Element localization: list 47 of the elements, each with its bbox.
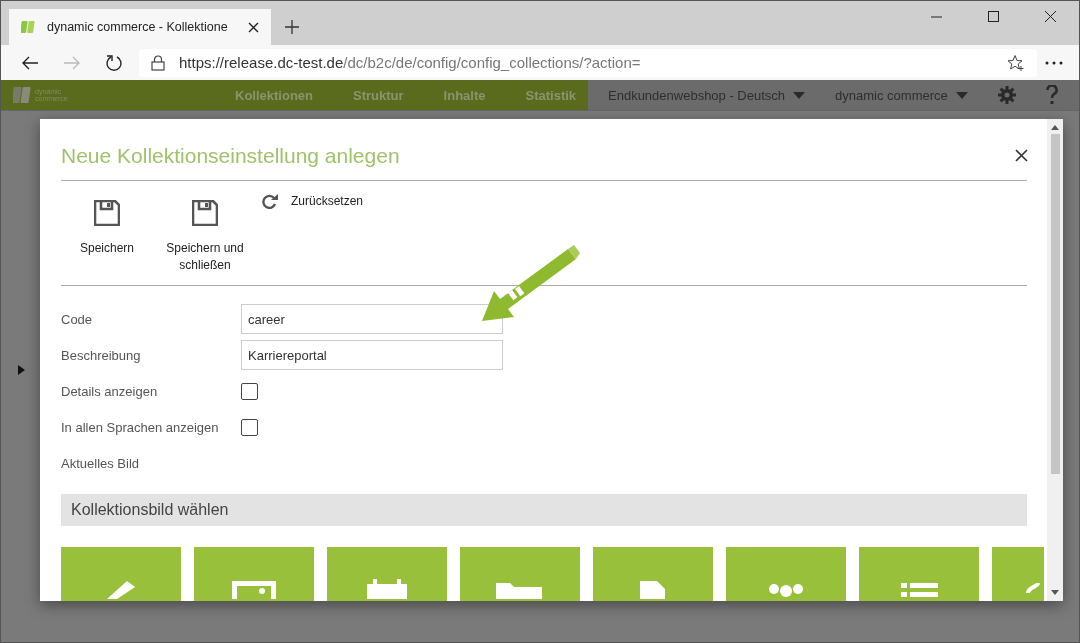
settings-icon[interactable] — [997, 86, 1016, 104]
scroll-down-icon[interactable] — [1051, 590, 1059, 595]
logo-icon — [21, 19, 37, 35]
address-bar[interactable]: https://release.dc-test.de/dc/b2c/de/config/config_collections/?action= — [139, 48, 1037, 77]
caret-icon — [955, 91, 968, 99]
image-tile[interactable] — [61, 547, 181, 601]
save-button[interactable]: Speichern — [61, 181, 153, 257]
text-field[interactable]: career — [241, 304, 503, 334]
maximize-icon[interactable] — [988, 11, 999, 22]
close-icon[interactable] — [248, 21, 259, 33]
section-header: Kollektionsbild wählen — [61, 494, 1027, 526]
reset-button[interactable]: Zurücksetzen — [257, 181, 364, 209]
caret-icon — [793, 91, 806, 99]
lock-icon — [151, 54, 165, 71]
refresh-icon[interactable] — [105, 53, 123, 72]
back-icon[interactable] — [21, 55, 39, 70]
checkbox[interactable] — [241, 382, 258, 400]
dialog-title: Neue Kollektionseinstellung anlegen — [61, 144, 400, 168]
scroll-up-icon[interactable] — [1051, 125, 1059, 130]
scrollbar[interactable] — [1047, 119, 1063, 601]
browser-tab[interactable]: dynamic commerce - Kollektione — [9, 9, 271, 45]
field-label: Code — [61, 311, 94, 327]
image-tile[interactable] — [460, 547, 580, 601]
close-icon[interactable] — [1045, 11, 1056, 22]
url-text: https://release.dc-test.de/dc/b2c/de/config/config_collections/?action= — [179, 54, 642, 71]
field-label: In allen Sprachen anzeigen — [61, 419, 220, 435]
save-button[interactable]: Speichern und schließen — [159, 181, 251, 274]
image-tile[interactable] — [593, 547, 713, 601]
image-tile[interactable] — [726, 547, 846, 601]
scrollbar-thumb[interactable] — [1050, 134, 1060, 474]
expand-triangle-icon[interactable] — [18, 365, 25, 375]
field-label: Details anzeigen — [61, 383, 159, 399]
help-icon[interactable] — [1045, 85, 1058, 105]
text-field[interactable]: Karriereportal — [241, 340, 503, 370]
logo-icon — [13, 85, 33, 105]
tab-title: dynamic commerce - Kollektione — [47, 20, 229, 34]
close-icon[interactable] — [1015, 148, 1028, 162]
field-label: Aktuelles Bild — [61, 455, 141, 471]
image-tile[interactable] — [194, 547, 314, 601]
image-tile[interactable] — [327, 547, 447, 601]
more-icon[interactable] — [1045, 60, 1063, 65]
field-label: Beschreibung — [61, 347, 142, 363]
favorite-star-icon[interactable] — [1007, 53, 1025, 72]
plus-icon[interactable] — [285, 20, 299, 34]
image-tile[interactable] — [859, 547, 979, 601]
redo-icon — [261, 193, 279, 209]
checkbox[interactable] — [241, 418, 258, 436]
